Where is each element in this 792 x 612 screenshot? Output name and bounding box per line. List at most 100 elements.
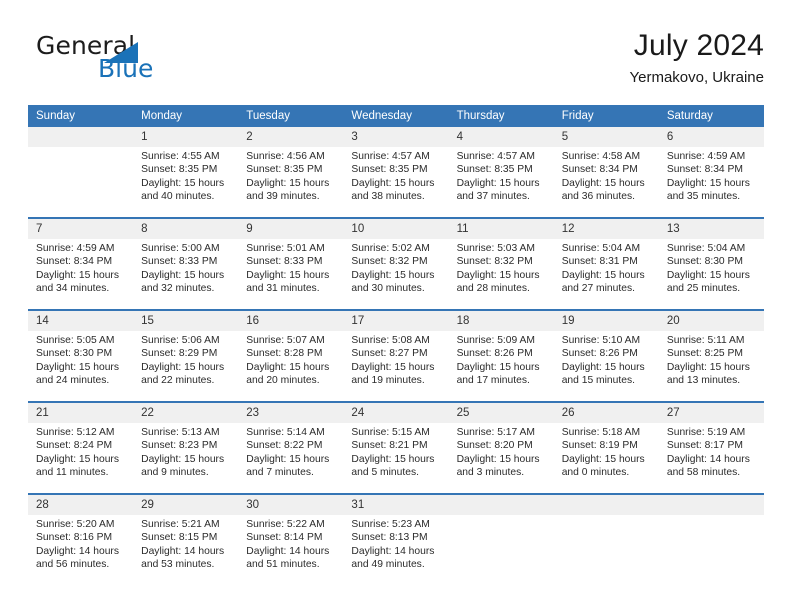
calendar-day-cell[interactable]: 23 Sunrise: 5:14 AM Sunset: 8:22 PM Dayligh… [238, 401, 344, 494]
daylight-duration-line2: and 36 minutes. [561, 191, 635, 203]
sunset-time: Sunset: 8:13 PM [351, 532, 428, 544]
daylight-duration-line1: Daylight: 15 hours [666, 361, 750, 373]
daylight-duration-line2: and 32 minutes. [141, 283, 215, 295]
day-sun-info: Sunrise: 5:09 AM Sunset: 8:26 PM Daylight:… [449, 331, 554, 388]
calendar-day-cell[interactable]: 13 Sunrise: 5:04 AM Sunset: 8:30 PM Dayligh… [658, 217, 764, 310]
daylight-duration-line1: Daylight: 15 hours [351, 177, 435, 189]
calendar-day-cell[interactable]: 9 Sunrise: 5:01 AM Sunset: 8:33 PM Daylight… [238, 217, 344, 310]
logo-text-blue: Blue [98, 54, 154, 83]
daylight-duration-line1: Daylight: 15 hours [246, 269, 330, 281]
day-number: 2 [238, 127, 344, 147]
calendar-day-cell[interactable]: 3 Sunrise: 4:57 AM Sunset: 8:35 PM Daylight… [343, 127, 449, 218]
daylight-duration-line1: Daylight: 15 hours [561, 269, 645, 281]
calendar-day-cell[interactable]: 19 Sunrise: 5:10 AM Sunset: 8:26 PM Dayligh… [553, 309, 659, 402]
sunset-time: Sunset: 8:34 PM [36, 256, 113, 268]
sunset-time: Sunset: 8:32 PM [351, 256, 428, 268]
calendar-page: General Blue July 2024 Yermakovo, Ukrain… [0, 0, 792, 612]
calendar-day-cell[interactable]: 12 Sunrise: 5:04 AM Sunset: 8:31 PM Dayligh… [553, 217, 659, 310]
calendar-day-cell[interactable]: 6 Sunrise: 4:59 AM Sunset: 8:34 PM Daylight… [658, 127, 764, 218]
calendar-day-cell[interactable]: 16 Sunrise: 5:07 AM Sunset: 8:28 PM Dayligh… [238, 309, 344, 402]
calendar-day-cell[interactable]: 4 Sunrise: 4:57 AM Sunset: 8:35 PM Daylight… [448, 127, 554, 218]
day-sun-info: Sunrise: 5:03 AM Sunset: 8:32 PM Daylight:… [449, 239, 554, 296]
calendar-day-cell[interactable]: 14 Sunrise: 5:05 AM Sunset: 8:30 PM Dayligh… [28, 309, 134, 402]
day-sun-info: Sunrise: 5:19 AM Sunset: 8:17 PM Daylight:… [659, 423, 764, 480]
calendar-day-cell[interactable]: 31 Sunrise: 5:23 AM Sunset: 8:13 PM Dayligh… [343, 493, 449, 585]
day-sun-info: Sunrise: 5:17 AM Sunset: 8:20 PM Daylight:… [449, 423, 554, 480]
daylight-duration-line2: and 39 minutes. [246, 191, 320, 203]
daylight-duration-line1: Daylight: 15 hours [666, 269, 750, 281]
day-sun-info: Sunrise: 5:11 AM Sunset: 8:25 PM Daylight:… [659, 331, 764, 388]
calendar-day-cell[interactable]: 27 Sunrise: 5:19 AM Sunset: 8:17 PM Dayligh… [658, 401, 764, 494]
calendar-day-cell[interactable]: 29 Sunrise: 5:21 AM Sunset: 8:15 PM Dayligh… [133, 493, 239, 585]
sunset-time: Sunset: 8:26 PM [456, 348, 533, 360]
daylight-duration-line2: and 3 minutes. [456, 467, 525, 479]
day-sun-info: Sunrise: 4:58 AM Sunset: 8:34 PM Daylight:… [554, 147, 659, 204]
calendar-day-cell[interactable]: 17 Sunrise: 5:08 AM Sunset: 8:27 PM Dayligh… [343, 309, 449, 402]
daylight-duration-line2: and 9 minutes. [141, 467, 209, 479]
sunset-time: Sunset: 8:17 PM [666, 440, 743, 452]
daylight-duration-line1: Daylight: 15 hours [141, 453, 225, 465]
daylight-duration-line1: Daylight: 15 hours [561, 177, 645, 189]
sunrise-time: Sunrise: 5:19 AM [666, 427, 746, 438]
day-sun-info: Sunrise: 5:02 AM Sunset: 8:32 PM Daylight:… [343, 239, 448, 296]
calendar-day-cell[interactable]: 7 Sunrise: 4:59 AM Sunset: 8:34 PM Daylight… [28, 217, 134, 310]
sunrise-time: Sunrise: 4:59 AM [36, 243, 115, 254]
daylight-duration-line1: Daylight: 15 hours [666, 177, 750, 189]
day-number: 29 [133, 495, 239, 515]
calendar-day-cell[interactable]: 25 Sunrise: 5:17 AM Sunset: 8:20 PM Dayligh… [448, 401, 554, 494]
calendar-day-cell[interactable]: 5 Sunrise: 4:58 AM Sunset: 8:34 PM Daylight… [553, 127, 659, 218]
daylight-duration-line2: and 34 minutes. [36, 283, 110, 295]
calendar-day-cell[interactable]: 22 Sunrise: 5:13 AM Sunset: 8:23 PM Dayligh… [133, 401, 239, 494]
day-sun-info: Sunrise: 4:57 AM Sunset: 8:35 PM Daylight:… [343, 147, 448, 204]
calendar-day-cell[interactable]: 28 Sunrise: 5:20 AM Sunset: 8:16 PM Dayligh… [28, 493, 134, 585]
calendar-container: Sunday Monday Tuesday Wednesday Thursday… [28, 105, 764, 585]
calendar-day-cell[interactable]: 11 Sunrise: 5:03 AM Sunset: 8:32 PM Dayligh… [448, 217, 554, 310]
day-number: 15 [133, 311, 239, 331]
weekday-header-saturday: Saturday [658, 105, 764, 127]
calendar-day-cell[interactable]: 20 Sunrise: 5:11 AM Sunset: 8:25 PM Dayligh… [658, 309, 764, 402]
sunset-time: Sunset: 8:35 PM [351, 164, 428, 176]
day-number: 26 [553, 403, 659, 423]
day-sun-info: Sunrise: 5:18 AM Sunset: 8:19 PM Daylight:… [554, 423, 659, 480]
day-sun-info: Sunrise: 4:55 AM Sunset: 8:35 PM Daylight:… [133, 147, 238, 204]
sunrise-time: Sunrise: 5:18 AM [561, 427, 641, 438]
daylight-duration-line2: and 51 minutes. [246, 559, 320, 571]
general-blue-logo: General Blue [36, 32, 236, 88]
day-number: 5 [553, 127, 659, 147]
calendar-day-cell[interactable]: 2 Sunrise: 4:56 AM Sunset: 8:35 PM Daylight… [238, 127, 344, 218]
daylight-duration-line1: Daylight: 15 hours [351, 453, 435, 465]
calendar-day-cell[interactable]: 8 Sunrise: 5:00 AM Sunset: 8:33 PM Daylight… [133, 217, 239, 310]
day-number: 3 [343, 127, 449, 147]
day-number: 1 [133, 127, 239, 147]
day-sun-info: Sunrise: 5:07 AM Sunset: 8:28 PM Daylight:… [238, 331, 343, 388]
location-subtitle: Yermakovo, Ukraine [629, 69, 764, 86]
sunset-time: Sunset: 8:29 PM [141, 348, 218, 360]
calendar-day-cell[interactable]: 21 Sunrise: 5:12 AM Sunset: 8:24 PM Dayligh… [28, 401, 134, 494]
calendar-day-cell[interactable]: 30 Sunrise: 5:22 AM Sunset: 8:14 PM Dayligh… [238, 493, 344, 585]
daylight-duration-line1: Daylight: 14 hours [141, 545, 225, 557]
calendar-week-row: 7 Sunrise: 4:59 AM Sunset: 8:34 PM Daylight… [28, 217, 764, 310]
calendar-day-cell[interactable]: 18 Sunrise: 5:09 AM Sunset: 8:26 PM Dayligh… [448, 309, 554, 402]
day-number: 8 [133, 219, 239, 239]
day-number: 23 [238, 403, 344, 423]
daylight-duration-line1: Daylight: 14 hours [36, 545, 119, 557]
daylight-duration-line1: Daylight: 15 hours [141, 269, 225, 281]
calendar-day-cell[interactable]: 10 Sunrise: 5:02 AM Sunset: 8:32 PM Dayligh… [343, 217, 449, 310]
calendar-day-cell[interactable]: 15 Sunrise: 5:06 AM Sunset: 8:29 PM Dayligh… [133, 309, 239, 402]
weekday-header-friday: Friday [553, 105, 659, 127]
sunrise-time: Sunrise: 5:11 AM [666, 335, 745, 346]
calendar-day-cell[interactable]: 1 Sunrise: 4:55 AM Sunset: 8:35 PM Daylight… [133, 127, 239, 218]
daylight-duration-line1: Daylight: 15 hours [141, 361, 225, 373]
daylight-duration-line2: and 31 minutes. [246, 283, 320, 295]
daylight-duration-line1: Daylight: 15 hours [36, 269, 119, 281]
sunset-time: Sunset: 8:33 PM [141, 256, 218, 268]
calendar-day-cell[interactable]: 26 Sunrise: 5:18 AM Sunset: 8:19 PM Dayligh… [553, 401, 659, 494]
daylight-duration-line1: Daylight: 15 hours [351, 269, 435, 281]
day-number: 18 [448, 311, 554, 331]
daylight-duration-line1: Daylight: 15 hours [561, 361, 645, 373]
sunset-time: Sunset: 8:25 PM [666, 348, 743, 360]
sunset-time: Sunset: 8:23 PM [141, 440, 218, 452]
sunrise-time: Sunrise: 5:12 AM [36, 427, 115, 438]
calendar-day-cell[interactable]: 24 Sunrise: 5:15 AM Sunset: 8:21 PM Dayligh… [343, 401, 449, 494]
daylight-duration-line1: Daylight: 15 hours [246, 177, 330, 189]
